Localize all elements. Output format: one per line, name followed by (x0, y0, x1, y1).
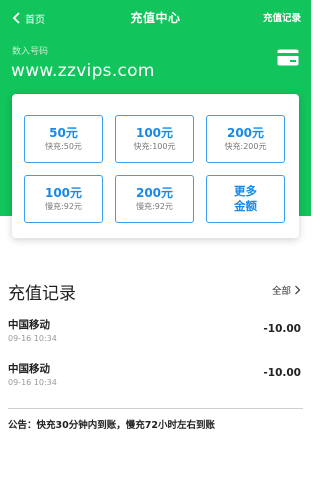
option-200-slow[interactable]: 200元 慢充:92元 (115, 175, 194, 223)
recharge-options-panel: 50元 快充:50元 100元 快充:100元 200元 快充:200元 100… (12, 94, 299, 238)
record-operator: 中国移动 (8, 363, 50, 375)
record-time: 09-16 10:34 (8, 378, 57, 387)
card-icon[interactable] (277, 49, 299, 66)
account-number[interactable]: www.zzvips.com (11, 61, 155, 81)
option-note: 慢充:92元 (45, 202, 82, 211)
record-operator: 中国移动 (8, 319, 50, 331)
top-bar: 首页 充值中心 充值记录 (0, 0, 311, 36)
account-label: 数入号码 (12, 47, 49, 57)
record-amount: -10.00 (263, 323, 301, 335)
view-all-label: 全部 (271, 286, 291, 297)
option-note: 慢充:92元 (136, 202, 173, 211)
more-amounts-label: 更多 金额 (234, 184, 257, 213)
divider (8, 408, 303, 409)
option-amount: 200元 (226, 126, 265, 140)
announcement: 公告：快充30分钟内到账，慢充72小时左右到账 (8, 420, 215, 431)
option-note: 快充:200元 (224, 142, 267, 151)
option-100-slow[interactable]: 100元 慢充:92元 (24, 175, 103, 223)
option-200-fast[interactable]: 200元 快充:200元 (206, 115, 285, 163)
option-amount: 100元 (44, 186, 83, 200)
more-amounts-button[interactable]: 更多 金额 (206, 175, 285, 223)
option-100-fast[interactable]: 100元 快充:100元 (115, 115, 194, 163)
chevron-right-icon (295, 285, 301, 295)
option-note: 快充:50元 (45, 142, 82, 151)
recharge-records-link[interactable]: 充值记录 (263, 10, 301, 24)
option-50-fast[interactable]: 50元 快充:50元 (24, 115, 103, 163)
record-row[interactable]: 中国移动 09-16 10:34 -10.00 (0, 361, 311, 401)
option-amount: 50元 (49, 126, 78, 140)
records-section-title: 充值记录 (8, 284, 76, 304)
option-note: 快充:100元 (133, 142, 176, 151)
record-time: 09-16 10:34 (8, 334, 57, 343)
option-amount: 100元 (135, 126, 174, 140)
view-all-records-button[interactable]: 全部 (272, 283, 301, 297)
option-amount: 200元 (135, 186, 174, 200)
record-amount: -10.00 (263, 367, 301, 379)
record-row[interactable]: 中国移动 09-16 10:34 -10.00 (0, 317, 311, 357)
